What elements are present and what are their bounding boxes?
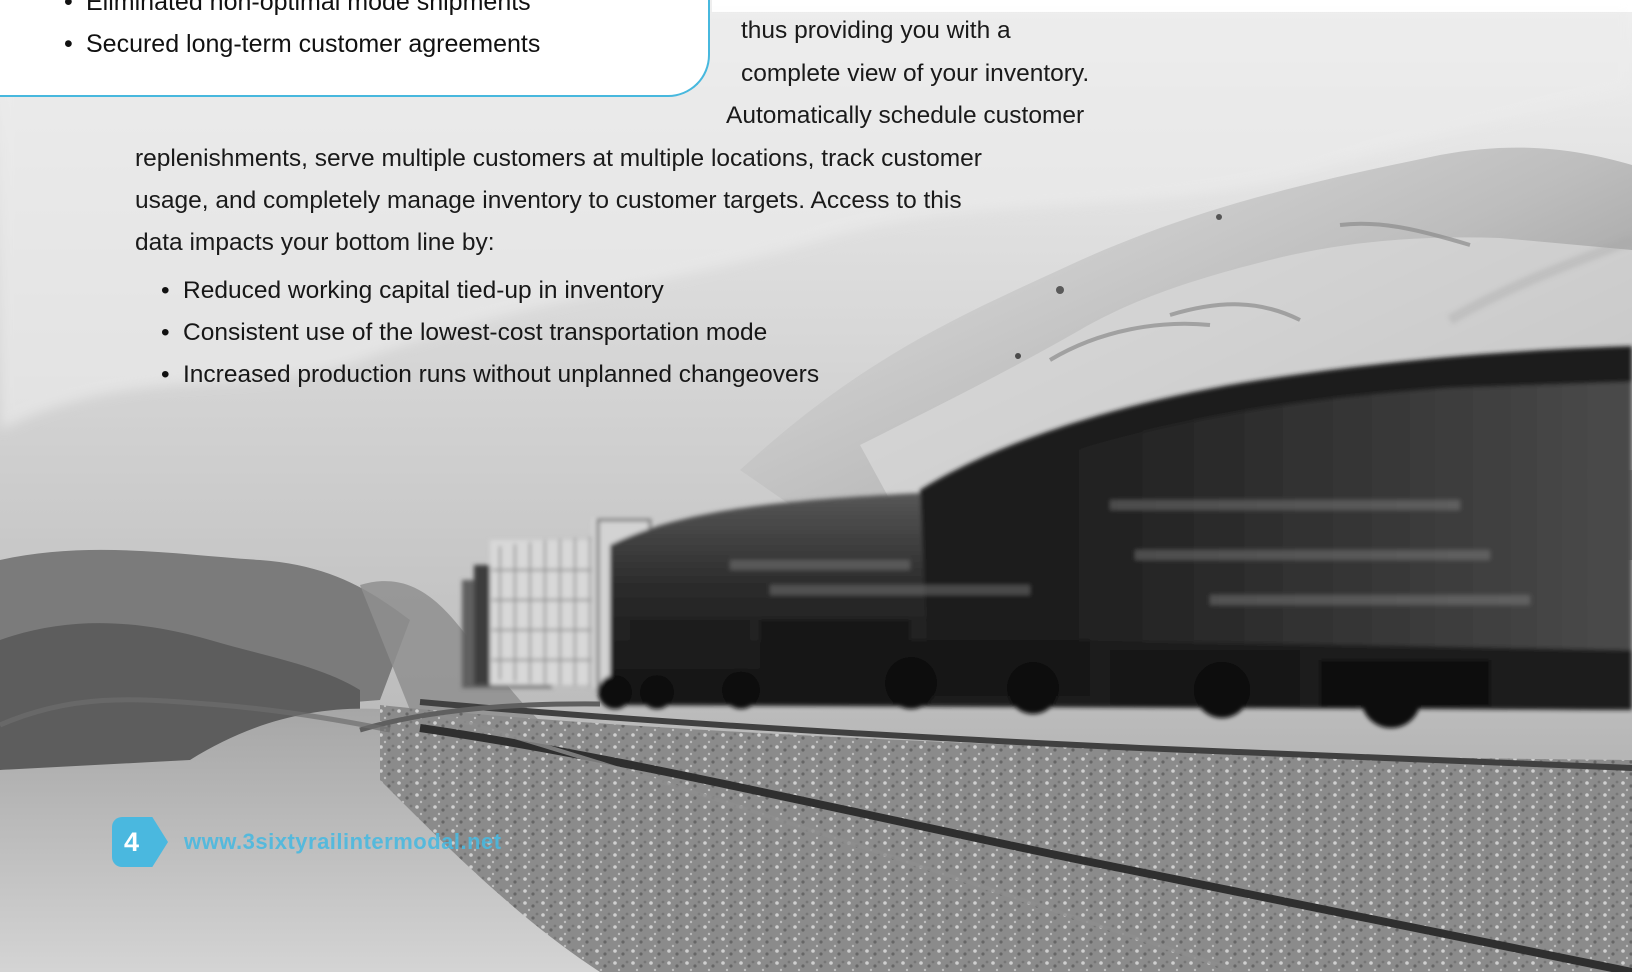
top-text-panel <box>712 0 1632 12</box>
body-line: thus providing you with a <box>741 17 1011 44</box>
benefit-item: Increased production runs without unplan… <box>183 354 819 396</box>
benefits-list: Reduced working capital tied-up in inven… <box>183 270 819 396</box>
body-line: complete view of your inventory. <box>741 60 1090 87</box>
body-line: usage, and completely manage inventory t… <box>135 187 962 214</box>
benefit-item: Reduced working capital tied-up in inven… <box>183 270 819 312</box>
body-line: Automatically schedule customer <box>726 102 1085 129</box>
page-number-badge: 4 <box>112 817 168 867</box>
body-line: data impacts your bottom line by: <box>135 229 495 256</box>
page-footer: 4 www.3sixtyrailintermodal.net <box>112 817 502 867</box>
body-copy: thus providing you with a complete view … <box>0 0 1632 400</box>
body-line: replenishments, serve multiple customers… <box>135 145 982 172</box>
benefit-item: Consistent use of the lowest-cost transp… <box>183 312 819 354</box>
website-url: www.3sixtyrailintermodal.net <box>184 829 502 854</box>
page-number: 4 <box>124 826 140 857</box>
